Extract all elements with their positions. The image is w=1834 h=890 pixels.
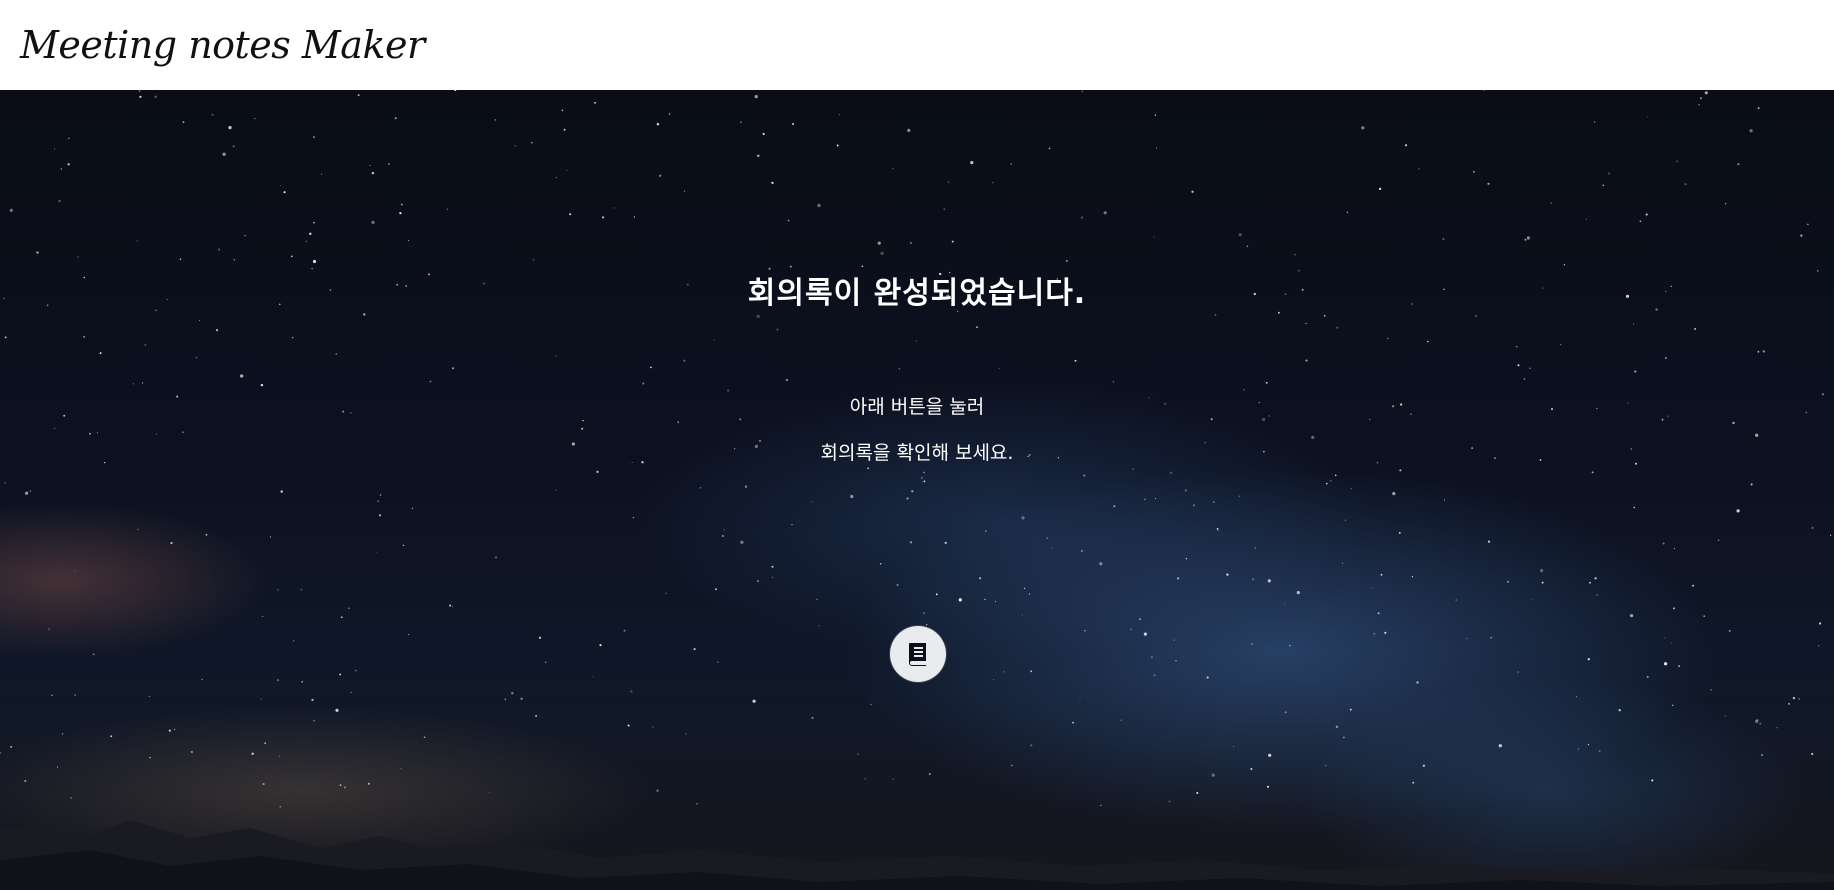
top-header: Meeting notes Maker bbox=[0, 0, 1834, 90]
hero-section: 회의록이 완성되었습니다. 아래 버튼을 눌러 회의록을 확인해 보세요. bbox=[0, 90, 1834, 890]
book-icon bbox=[906, 641, 930, 667]
completion-title: 회의록이 완성되었습니다. bbox=[747, 276, 1087, 311]
instruction-text-line-2: 회의록을 확인해 보세요. bbox=[820, 442, 1014, 464]
instruction-text-line-1: 아래 버튼을 눌러 bbox=[849, 396, 985, 418]
mountain-silhouette bbox=[0, 820, 1834, 890]
brand-logo-link[interactable]: Meeting notes Maker bbox=[20, 23, 425, 67]
view-notes-button[interactable] bbox=[890, 626, 946, 682]
